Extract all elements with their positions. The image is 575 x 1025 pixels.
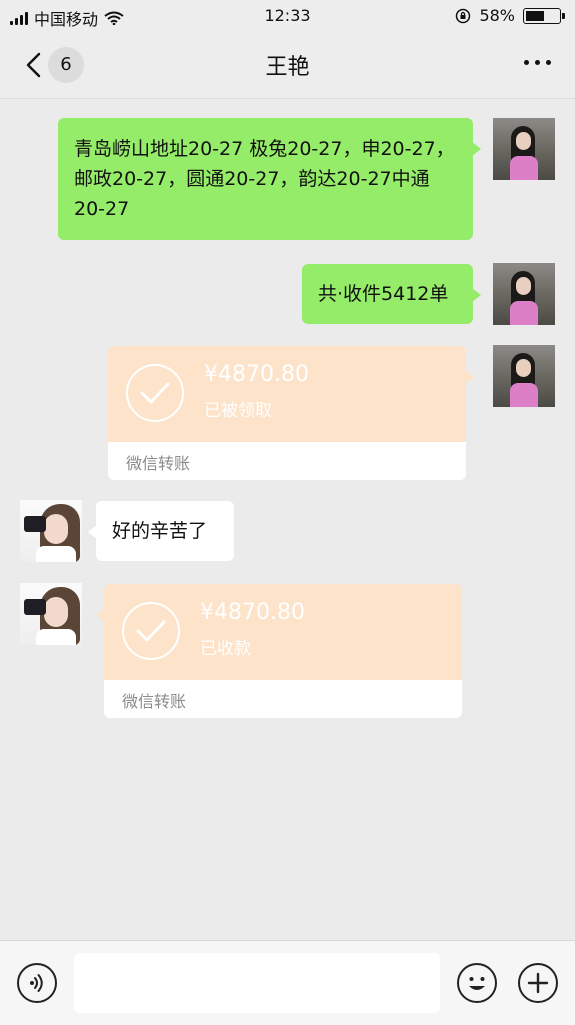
chat-header: 6 王艳 bbox=[0, 32, 575, 99]
self-avatar[interactable] bbox=[493, 263, 555, 325]
message-bubble[interactable]: 共·收件5412单 bbox=[302, 264, 481, 324]
transfer-card[interactable]: ¥4870.80 已收款 微信转账 bbox=[96, 584, 462, 718]
status-bar: 中国移动 12:33 58% bbox=[0, 0, 575, 32]
self-avatar[interactable] bbox=[493, 345, 555, 407]
contact-avatar[interactable] bbox=[20, 500, 82, 562]
transfer-amount: ¥4870.80 bbox=[204, 362, 309, 387]
status-right: 58% bbox=[455, 6, 565, 25]
transfer-card[interactable]: ¥4870.80 已被领取 微信转账 bbox=[108, 346, 474, 480]
check-icon bbox=[122, 602, 180, 660]
message-input[interactable] bbox=[74, 953, 440, 1013]
transfer-status: 已被领取 bbox=[204, 401, 272, 421]
message-bubble[interactable]: 好的辛苦了 bbox=[88, 501, 234, 561]
rotation-lock-icon bbox=[456, 8, 471, 23]
battery-icon bbox=[523, 7, 565, 24]
input-bar bbox=[0, 940, 575, 1025]
contact-avatar[interactable] bbox=[20, 583, 82, 645]
transfer-amount: ¥4870.80 bbox=[200, 600, 305, 625]
more-icon[interactable] bbox=[524, 60, 551, 65]
battery-level bbox=[526, 10, 544, 21]
emoji-icon[interactable] bbox=[457, 963, 497, 1003]
transfer-label: 微信转账 bbox=[122, 692, 187, 711]
transfer-status: 已收款 bbox=[200, 639, 251, 659]
battery-percent: 58% bbox=[479, 6, 515, 25]
voice-icon[interactable] bbox=[17, 963, 57, 1003]
transfer-label: 微信转账 bbox=[126, 454, 191, 473]
message-bubble[interactable]: 青岛崂山地址20-27 极兔20-27，申20-27，邮政20-27，圆通20-… bbox=[58, 118, 481, 240]
self-avatar[interactable] bbox=[493, 118, 555, 180]
chat-title: 王艳 bbox=[265, 55, 310, 80]
plus-icon[interactable] bbox=[518, 963, 558, 1003]
check-icon bbox=[126, 364, 184, 422]
